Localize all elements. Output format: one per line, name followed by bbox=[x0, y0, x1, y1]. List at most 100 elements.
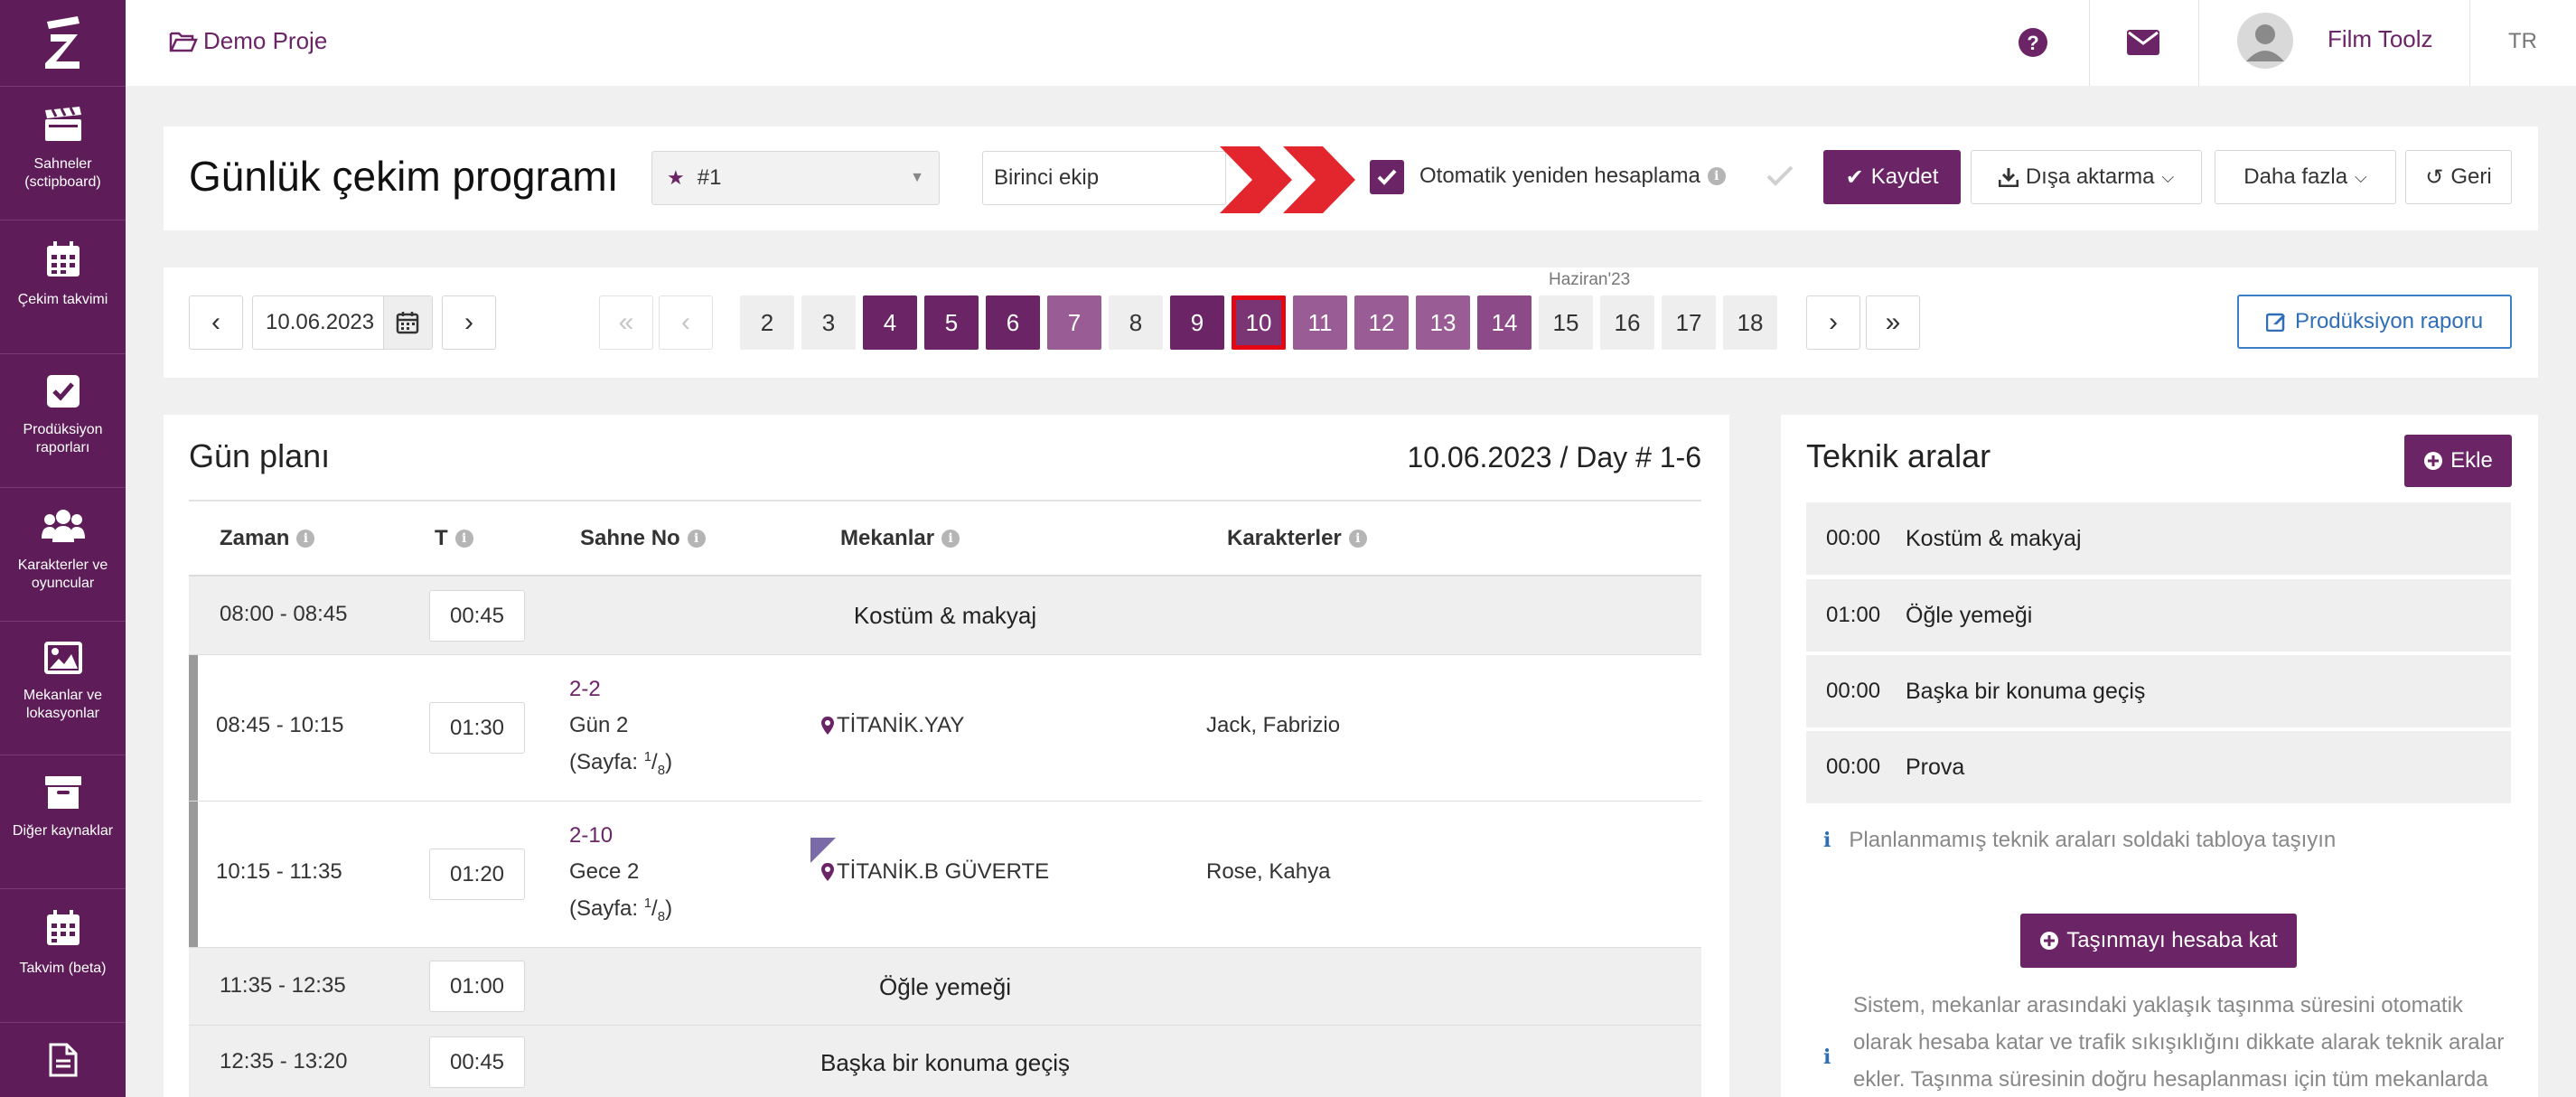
info-icon[interactable]: i bbox=[296, 530, 315, 548]
break-duration: 01:00 bbox=[1826, 603, 1881, 627]
chevron-down-icon: ⌵ bbox=[2355, 167, 2367, 186]
drag-handle[interactable] bbox=[189, 655, 198, 801]
day-button-selected[interactable]: 10 bbox=[1232, 295, 1286, 350]
sidebar: Sahneler (sctipboard) Çekim takvimi Prod… bbox=[0, 0, 126, 1097]
column-label: Mekanlar bbox=[840, 526, 935, 550]
day-button[interactable]: 4 bbox=[863, 295, 917, 350]
check-icon[interactable] bbox=[1766, 164, 1794, 188]
day-button[interactable]: 15 bbox=[1539, 295, 1593, 350]
day-button[interactable]: 3 bbox=[801, 295, 856, 350]
export-label: Dışa aktarma bbox=[2025, 164, 2155, 189]
column-header-scene-no: Sahne No i bbox=[580, 526, 706, 551]
break-label: Başka bir konuma geçiş bbox=[820, 1049, 1071, 1076]
day-button[interactable]: 9 bbox=[1170, 295, 1224, 350]
technical-break-item[interactable]: 00:00 Başka bir konuma geçiş bbox=[1806, 655, 2511, 727]
info-icon[interactable]: i bbox=[1707, 167, 1726, 185]
save-button[interactable]: ✔ Kaydet bbox=[1823, 150, 1961, 204]
sidebar-item-locations[interactable]: Mekanlar ve lokasyonlar bbox=[0, 621, 126, 755]
sidebar-item-label: Mekanlar ve lokasyonlar bbox=[23, 688, 103, 721]
row-time: 10:15 - 11:35 bbox=[216, 859, 342, 884]
column-header-time: Zaman i bbox=[220, 526, 315, 551]
duration-input[interactable]: 01:20 bbox=[429, 849, 525, 900]
day-button[interactable]: 14 bbox=[1477, 295, 1532, 350]
travel-description: Sistem, mekanlar arasındaki yaklaşık taş… bbox=[1853, 993, 2505, 1092]
calendar-icon[interactable] bbox=[382, 296, 432, 349]
pages-label: (Sayfa: bbox=[569, 750, 639, 774]
scene-number-link[interactable]: 2-10 bbox=[569, 823, 613, 849]
table-row-break[interactable]: 12:35 - 13:20 00:45 Başka bir konuma geç… bbox=[189, 1025, 1701, 1097]
technical-break-item[interactable]: 01:00 Öğle yemeği bbox=[1806, 579, 2511, 652]
last-page-button[interactable]: » bbox=[1866, 295, 1920, 350]
envelope-icon[interactable] bbox=[2127, 30, 2159, 60]
next-date-button[interactable]: › bbox=[442, 295, 496, 350]
add-break-label: Ekle bbox=[2450, 448, 2493, 473]
day-button[interactable]: 6 bbox=[986, 295, 1040, 350]
sidebar-item-label: Sahneler (sctipboard) bbox=[24, 156, 101, 190]
column-header-locations: Mekanlar i bbox=[840, 526, 960, 551]
help-icon[interactable]: ? bbox=[2018, 27, 2048, 62]
technical-break-item[interactable]: 00:00 Kostüm & makyaj bbox=[1806, 502, 2511, 575]
sidebar-item-characters[interactable]: Karakterler ve oyuncular bbox=[0, 487, 126, 621]
next-page-button[interactable]: › bbox=[1806, 295, 1860, 350]
day-button[interactable]: 17 bbox=[1662, 295, 1716, 350]
duration-input[interactable]: 01:30 bbox=[429, 702, 525, 754]
technical-break-item[interactable]: 00:00 Prova bbox=[1806, 731, 2511, 803]
more-button[interactable]: Daha fazla ⌵ bbox=[2215, 150, 2396, 204]
app-logo[interactable] bbox=[0, 0, 126, 86]
consider-travel-button[interactable]: Taşınmayı hesaba kat bbox=[2020, 914, 2297, 968]
star-icon: ★ bbox=[667, 166, 685, 189]
info-icon[interactable]: i bbox=[454, 530, 473, 548]
language-switch[interactable]: TR bbox=[2508, 29, 2537, 54]
first-page-button[interactable]: « bbox=[599, 295, 653, 350]
column-label: Karakterler bbox=[1227, 526, 1342, 550]
table-row-scene[interactable]: 08:45 - 10:15 01:30 2-2 Gün 2 (Sayfa: 1/… bbox=[189, 654, 1701, 801]
map-pin-icon bbox=[821, 717, 834, 735]
avatar[interactable] bbox=[2237, 13, 2293, 73]
sidebar-item-other-resources[interactable]: Diğer kaynaklar bbox=[0, 755, 126, 888]
day-button[interactable]: 7 bbox=[1047, 295, 1101, 350]
export-button[interactable]: Dışa aktarma ⌵ bbox=[1971, 150, 2202, 204]
date-input[interactable]: 10.06.2023 bbox=[253, 310, 383, 335]
prev-date-button[interactable]: ‹ bbox=[189, 295, 243, 350]
table-row-break[interactable]: 11:35 - 12:35 01:00 Öğle yemeği bbox=[189, 947, 1701, 1025]
sidebar-item-production-reports[interactable]: Prodüksiyon raporları bbox=[0, 353, 126, 487]
crew-input[interactable]: Birinci ekip bbox=[982, 151, 1226, 205]
sidebar-item-scenes[interactable]: Sahneler (sctipboard) bbox=[0, 86, 126, 220]
auto-recalc-checkbox[interactable] bbox=[1370, 160, 1404, 194]
user-name[interactable]: Film Toolz bbox=[2328, 25, 2433, 53]
table-row-break[interactable]: 08:00 - 08:45 00:45 Kostüm & makyaj bbox=[189, 575, 1701, 654]
day-button[interactable]: 16 bbox=[1600, 295, 1654, 350]
table-row-scene[interactable]: 10:15 - 11:35 01:20 2-10 Gece 2 (Sayfa: … bbox=[189, 801, 1701, 947]
day-button[interactable]: 12 bbox=[1354, 295, 1409, 350]
pages-denominator: 8 bbox=[657, 908, 666, 924]
location-link[interactable]: TİTANİK.B GÜVERTE bbox=[820, 859, 1049, 885]
sidebar-item-documents[interactable] bbox=[0, 1022, 126, 1097]
sidebar-item-shooting-schedule[interactable]: Çekim takvimi bbox=[0, 220, 126, 353]
date-picker[interactable]: 10.06.2023 bbox=[252, 295, 433, 350]
info-icon[interactable]: i bbox=[687, 530, 706, 548]
map-pin-icon bbox=[821, 863, 834, 881]
schedule-select-value: #1 bbox=[697, 165, 722, 190]
sidebar-item-label: Karakterler ve oyuncular bbox=[17, 558, 108, 591]
sidebar-item-calendar-beta[interactable]: Takvim (beta) bbox=[0, 888, 126, 1022]
prev-page-button[interactable]: ‹ bbox=[659, 295, 713, 350]
location-link[interactable]: TİTANİK.YAY bbox=[820, 713, 964, 738]
download-icon bbox=[1998, 168, 2019, 187]
project-breadcrumb[interactable]: Demo Proje bbox=[169, 27, 327, 55]
day-button[interactable]: 13 bbox=[1416, 295, 1470, 350]
schedule-select[interactable]: ★ #1 ▼ bbox=[651, 151, 940, 205]
production-report-button[interactable]: Prodüksiyon raporu bbox=[2237, 295, 2512, 349]
day-button[interactable]: 11 bbox=[1293, 295, 1347, 350]
back-button[interactable]: ↺ Geri bbox=[2405, 150, 2512, 204]
info-icon[interactable]: i bbox=[1348, 530, 1367, 548]
day-button[interactable]: 5 bbox=[924, 295, 979, 350]
add-break-button[interactable]: Ekle bbox=[2404, 435, 2512, 487]
break-label: Kostüm & makyaj bbox=[853, 602, 1037, 629]
drag-handle[interactable] bbox=[189, 802, 198, 947]
info-icon[interactable]: i bbox=[941, 530, 960, 548]
scene-number-link[interactable]: 2-2 bbox=[569, 677, 601, 702]
day-button[interactable]: 8 bbox=[1109, 295, 1163, 350]
day-button[interactable]: 2 bbox=[740, 295, 794, 350]
day-button[interactable]: 18 bbox=[1723, 295, 1777, 350]
location-name: TİTANİK.B GÜVERTE bbox=[837, 859, 1050, 884]
